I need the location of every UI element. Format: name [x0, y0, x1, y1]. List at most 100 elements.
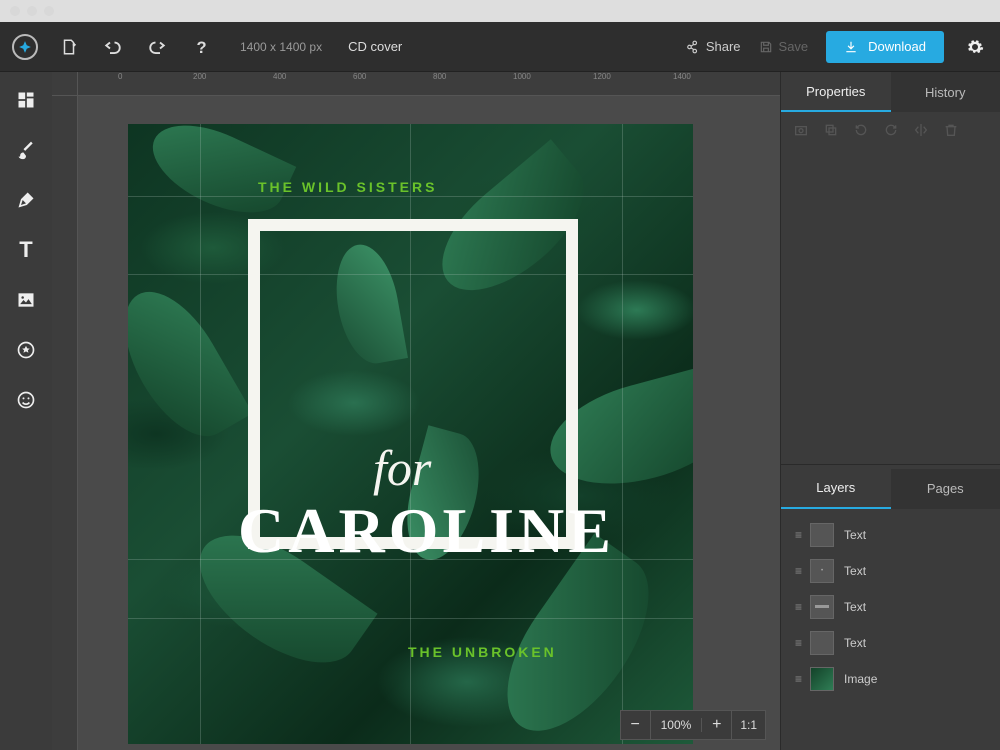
ruler-vertical[interactable]	[52, 96, 78, 750]
add-file-icon	[60, 38, 78, 56]
prop-rotate-left-icon[interactable]	[853, 122, 869, 138]
document-dimensions: 1400 x 1400 px	[240, 40, 322, 54]
download-icon	[844, 40, 858, 54]
tab-layers[interactable]: Layers	[781, 469, 891, 509]
panel-tabs-bottom: Layers Pages	[781, 469, 1000, 509]
drag-handle-icon[interactable]: ≡	[795, 600, 800, 614]
layer-thumb	[810, 523, 834, 547]
prop-flip-icon[interactable]	[913, 122, 929, 138]
layer-item[interactable]: ≡ Text	[781, 589, 1000, 625]
help-button[interactable]: ?	[188, 34, 214, 60]
ruler-corner	[52, 72, 78, 96]
compass-icon	[18, 40, 32, 54]
window-close-icon[interactable]	[10, 6, 20, 16]
canvas-viewport[interactable]: THE WILD SISTERS for CAROLINE THE UNBROK…	[78, 96, 780, 750]
app-logo[interactable]	[12, 34, 38, 60]
prop-copy-icon[interactable]	[823, 122, 839, 138]
window-titlebar	[0, 0, 1000, 22]
ruler-tick: 800	[433, 72, 446, 81]
undo-button[interactable]	[100, 34, 126, 60]
tab-pages[interactable]: Pages	[891, 469, 1000, 509]
tab-properties[interactable]: Properties	[781, 72, 891, 112]
layers-list: ≡ Text ≡ • Text ≡ Text ≡ Text ≡	[781, 509, 1000, 750]
image-tool[interactable]	[12, 286, 40, 314]
prop-rotate-right-icon[interactable]	[883, 122, 899, 138]
share-button[interactable]: Share	[686, 39, 741, 54]
layer-item[interactable]: ≡ Text	[781, 625, 1000, 661]
right-panel: Properties History Layers Pages ≡ Text ≡	[780, 72, 1000, 750]
settings-button[interactable]	[962, 34, 988, 60]
new-project-button[interactable]	[56, 34, 82, 60]
layer-label: Text	[844, 600, 866, 614]
canvas-text-bottom[interactable]: THE UNBROKEN	[408, 644, 557, 660]
pen-icon	[16, 190, 36, 210]
ruler-tick: 1400	[673, 72, 691, 81]
drag-handle-icon[interactable]: ≡	[795, 564, 800, 578]
ruler-tick: 0	[118, 72, 122, 81]
svg-text:?: ?	[197, 39, 207, 56]
canvas-workspace: 0 200 400 600 800 1000 1200 1400	[52, 72, 780, 750]
share-label: Share	[706, 39, 741, 54]
download-label: Download	[868, 39, 926, 54]
window-max-icon[interactable]	[44, 6, 54, 16]
layer-label: Text	[844, 636, 866, 650]
pen-tool[interactable]	[12, 186, 40, 214]
layer-item[interactable]: ≡ • Text	[781, 553, 1000, 589]
save-button[interactable]: Save	[759, 39, 809, 54]
prop-camera-icon[interactable]	[793, 122, 809, 138]
question-icon: ?	[192, 38, 210, 56]
share-icon	[686, 40, 700, 54]
layer-label: Text	[844, 528, 866, 542]
zoom-in-button[interactable]: +	[702, 711, 732, 739]
canvas-text-main[interactable]: CAROLINE	[238, 494, 615, 568]
document-title[interactable]: CD cover	[348, 39, 402, 54]
ruler-tick: 600	[353, 72, 366, 81]
undo-icon	[104, 38, 122, 56]
prop-delete-icon[interactable]	[943, 122, 959, 138]
canvas-text-top[interactable]: THE WILD SISTERS	[258, 179, 437, 195]
redo-icon	[148, 38, 166, 56]
top-toolbar: ? 1400 x 1400 px CD cover Share Save Dow…	[0, 22, 1000, 72]
layer-label: Image	[844, 672, 877, 686]
layer-item[interactable]: ≡ Text	[781, 517, 1000, 553]
drag-handle-icon[interactable]: ≡	[795, 672, 800, 686]
templates-tool[interactable]	[12, 86, 40, 114]
download-button[interactable]: Download	[826, 31, 944, 63]
text-tool[interactable]: T	[12, 236, 40, 264]
zoom-control: − 100% + 1:1	[620, 710, 766, 740]
window-min-icon[interactable]	[27, 6, 37, 16]
save-label: Save	[779, 39, 809, 54]
drag-handle-icon[interactable]: ≡	[795, 636, 800, 650]
properties-toolbar	[781, 112, 1000, 148]
ruler-horizontal[interactable]: 0 200 400 600 800 1000 1200 1400	[78, 72, 780, 96]
layer-thumb	[810, 631, 834, 655]
panel-tabs-top: Properties History	[781, 72, 1000, 112]
properties-body	[781, 148, 1000, 464]
canvas-text-for[interactable]: for	[373, 439, 431, 497]
layer-thumb	[810, 667, 834, 691]
text-icon: T	[19, 237, 32, 263]
emoji-tool[interactable]	[12, 386, 40, 414]
tab-history[interactable]: History	[891, 72, 1000, 112]
zoom-ratio-button[interactable]: 1:1	[732, 718, 765, 732]
save-icon	[759, 40, 773, 54]
zoom-value[interactable]: 100%	[651, 718, 703, 732]
image-icon	[16, 290, 36, 310]
redo-button[interactable]	[144, 34, 170, 60]
ruler-tick: 200	[193, 72, 206, 81]
layer-label: Text	[844, 564, 866, 578]
layer-thumb	[810, 595, 834, 619]
canvas-artboard[interactable]: THE WILD SISTERS for CAROLINE THE UNBROK…	[128, 124, 693, 744]
ruler-tick: 1000	[513, 72, 531, 81]
layer-item[interactable]: ≡ Image	[781, 661, 1000, 697]
drag-handle-icon[interactable]: ≡	[795, 528, 800, 542]
ruler-tick: 1200	[593, 72, 611, 81]
zoom-out-button[interactable]: −	[621, 711, 651, 739]
star-circle-icon	[16, 340, 36, 360]
gear-icon	[966, 38, 984, 56]
brush-tool[interactable]	[12, 136, 40, 164]
shape-tool[interactable]	[12, 336, 40, 364]
ruler-tick: 400	[273, 72, 286, 81]
templates-icon	[16, 90, 36, 110]
brush-icon	[16, 140, 36, 160]
